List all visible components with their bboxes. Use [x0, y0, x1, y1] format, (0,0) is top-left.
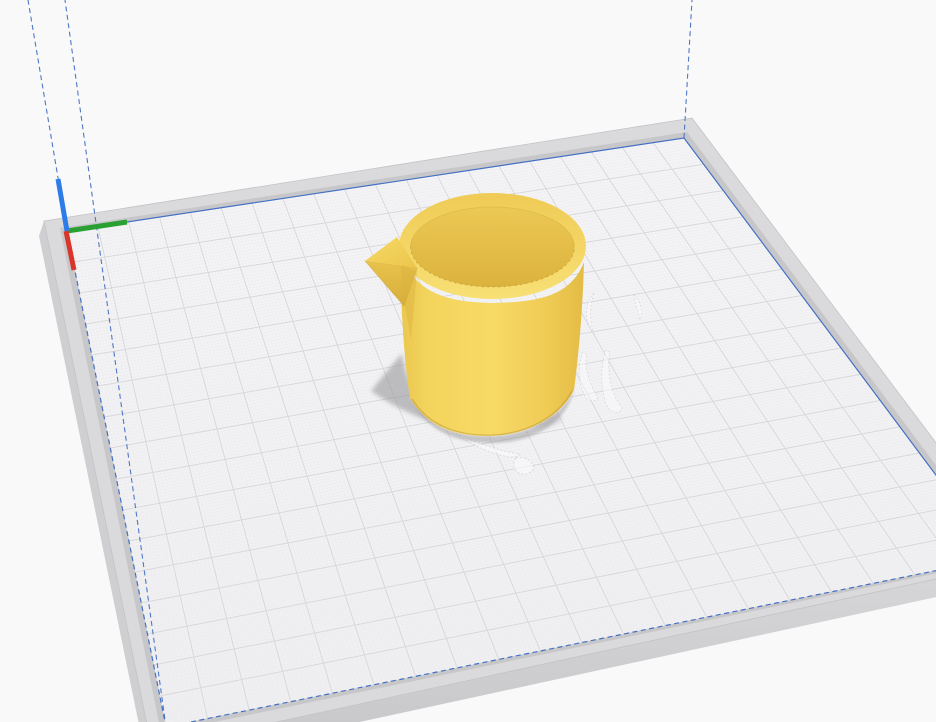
scene-canvas [0, 0, 936, 722]
3d-viewport[interactable] [0, 0, 936, 722]
